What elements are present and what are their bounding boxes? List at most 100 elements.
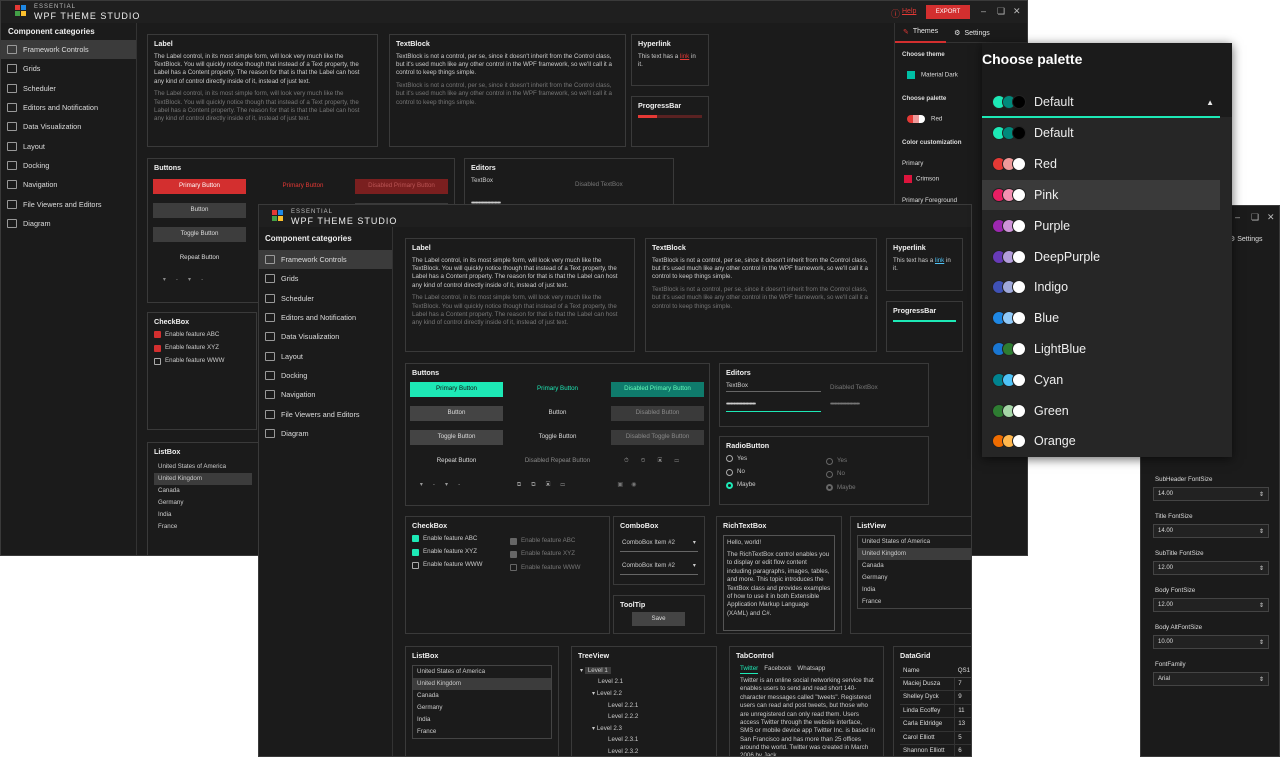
table-row[interactable]: Carla Eldridge13115 [900, 717, 971, 732]
sidebar-item-framework[interactable]: Framework Controls [259, 250, 392, 270]
spinner-icon[interactable]: ⇕ [1259, 491, 1264, 498]
sidebar-item-navigation[interactable]: Navigation [259, 385, 392, 404]
combobox-1[interactable]: ComboBox Item #2 ▾ [620, 535, 698, 553]
list-item[interactable]: United Kingdom [858, 547, 971, 560]
theme-select[interactable]: Material Dark [907, 71, 958, 79]
list-item[interactable]: Germany [413, 702, 551, 714]
table-cell[interactable]: Carol Elliott [900, 731, 956, 745]
tab-settings[interactable]: ⚙ Settings [946, 29, 998, 37]
button[interactable]: Button [410, 406, 503, 421]
checkbox-abc[interactable]: Enable feature ABC [154, 331, 250, 339]
table-cell[interactable]: 6 [954, 744, 971, 756]
palette-option-pink[interactable]: Pink [982, 179, 1220, 211]
tree-item[interactable]: Level 2.2.1 [578, 700, 710, 712]
table-cell[interactable]: Shannon Elliott [900, 744, 956, 756]
sidebar-item-dataviz[interactable]: Data Visualization [1, 117, 136, 136]
list-item[interactable]: United States of America [413, 666, 551, 678]
table-cell[interactable]: Maciej Dusza [900, 677, 956, 692]
flat-button[interactable]: Button [511, 406, 604, 421]
listview[interactable]: United States of America United Kingdom … [857, 534, 971, 609]
list-item[interactable]: Canada [858, 560, 971, 572]
sidebar-item-diagram[interactable]: Diagram [1, 214, 136, 233]
tab-themes[interactable]: ✎ Themes [895, 23, 947, 43]
minimize-icon[interactable]: – [981, 6, 986, 16]
maximize-icon[interactable]: ❏ [997, 6, 1005, 17]
treeview[interactable]: ▾ Level 1 Level 2.1 ▾ Level 2.2 Level 2.… [578, 665, 710, 756]
sidebar-item-grids[interactable]: Grids [1, 59, 136, 78]
list-item[interactable]: France [154, 521, 252, 533]
list-item[interactable]: United Kingdom [154, 472, 252, 485]
table-cell[interactable]: Shelley Dyck [900, 690, 956, 705]
settings-tab-right[interactable]: ⚙ Settings [1229, 235, 1263, 243]
table-row[interactable]: Carol Elliott5137 [900, 731, 971, 745]
checkbox-xyz[interactable]: Enable feature XYZ [154, 344, 250, 352]
sidebar-item-docking[interactable]: Docking [259, 366, 392, 385]
palette-option-orange[interactable]: Orange [982, 426, 1220, 457]
font-field-input[interactable]: 14.00 ⇕ [1153, 487, 1269, 501]
tab-twitter[interactable]: Twitter [740, 665, 759, 675]
tree-item[interactable]: Level 2.2.2 [578, 711, 710, 723]
font-field-input[interactable]: Arial ⇕ [1153, 672, 1269, 686]
help-icon[interactable]: ⓘ [891, 7, 900, 20]
tab-whatsapp[interactable]: Whatsapp [797, 665, 825, 674]
combobox-2[interactable]: ComboBox Item #2 ▾ [620, 558, 698, 576]
hyperlink-link[interactable]: link [935, 257, 944, 264]
sidebar-item-navigation[interactable]: Navigation [1, 175, 136, 194]
font-field-input[interactable]: 10.00 ⇕ [1153, 635, 1269, 649]
listbox[interactable]: United States of America United Kingdom … [412, 664, 552, 739]
column-header[interactable]: Name [900, 664, 955, 679]
sidebar-item-fileviewers[interactable]: File Viewers and Editors [1, 194, 136, 213]
sidebar-item-diagram[interactable]: Diagram [259, 424, 392, 443]
spinner-icon[interactable]: ⇕ [1259, 602, 1264, 609]
sidebar-item-fileviewers[interactable]: File Viewers and Editors [259, 404, 392, 423]
button[interactable]: Button [153, 203, 246, 218]
palette-option-indigo[interactable]: Indigo [982, 272, 1220, 303]
richtextbox[interactable]: Hello, world! The RichTextBox control en… [723, 534, 835, 631]
minimize-icon[interactable]: – [1235, 212, 1240, 222]
palette-option-lightblue[interactable]: LightBlue [982, 334, 1220, 365]
palette-option-green[interactable]: Green [982, 395, 1220, 426]
primary-flat-button[interactable]: Primary Button [258, 179, 348, 194]
password-field[interactable]: •••••••••••••••••••• [726, 400, 821, 413]
radio-no[interactable]: No [726, 468, 922, 476]
maximize-icon[interactable]: ❏ [1251, 212, 1259, 223]
save-button[interactable]: Save [632, 612, 685, 626]
tree-item[interactable]: Level 2.1 [578, 676, 710, 688]
repeat-button[interactable]: Repeat Button [410, 454, 503, 469]
split-buttons[interactable]: ⧉⧉▣▭ [511, 480, 581, 490]
spinner-icon[interactable]: ⇕ [1259, 565, 1264, 572]
spinner-icon[interactable]: ⇕ [1259, 639, 1264, 646]
table-row[interactable]: Maciej Dusza7518 [900, 677, 971, 692]
palette-option-purple[interactable]: Purple [982, 210, 1220, 241]
tree-item[interactable]: Level 2.3.1 [578, 734, 710, 746]
tree-item[interactable]: Level 2.3 [597, 725, 622, 732]
table-cell[interactable]: 13 [954, 717, 971, 732]
table-row[interactable]: Shelley Dyck9720 [900, 690, 971, 705]
checkbox-www[interactable]: Enable feature WWW [154, 357, 250, 366]
toggle-button[interactable]: Toggle Button [153, 227, 246, 242]
palette-option-default[interactable]: Default [982, 118, 1220, 149]
list-item[interactable]: Canada [154, 485, 252, 497]
dropdown-buttons[interactable]: ▾-▾- [153, 275, 223, 285]
sidebar-item-framework[interactable]: Framework Controls [1, 40, 136, 60]
sidebar-item-scheduler[interactable]: Scheduler [1, 79, 136, 98]
close-icon[interactable]: ✕ [1013, 6, 1021, 17]
palette-option-blue[interactable]: Blue [982, 303, 1220, 334]
flat-toggle-button[interactable]: Toggle Button [511, 430, 604, 445]
table-cell[interactable]: 11 [954, 704, 971, 719]
column-header[interactable]: QS1 [954, 664, 971, 679]
list-item[interactable]: United States of America [858, 536, 971, 548]
tree-item[interactable]: Level 2.3.2 [578, 746, 710, 756]
palette-option-red[interactable]: Red [982, 149, 1220, 180]
palette-select[interactable]: Default ▲ [982, 88, 1220, 118]
sidebar-item-scheduler[interactable]: Scheduler [259, 289, 392, 308]
primary-button[interactable]: Primary Button [410, 382, 503, 397]
table-cell[interactable]: Linda Ecoffey [900, 704, 956, 719]
datagrid[interactable]: NameQS1QS2QS3Maciej Dusza7518Shelley Dyc… [900, 664, 971, 756]
dropdown-buttons[interactable]: ▾-▾- [410, 480, 480, 490]
radio-yes[interactable]: Yes [726, 455, 922, 463]
sidebar-item-editors[interactable]: Editors and Notification [259, 308, 392, 327]
primary-flat-button[interactable]: Primary Button [511, 382, 604, 397]
list-item[interactable]: United States of America [154, 461, 252, 473]
font-field-input[interactable]: 14.00 ⇕ [1153, 524, 1269, 538]
